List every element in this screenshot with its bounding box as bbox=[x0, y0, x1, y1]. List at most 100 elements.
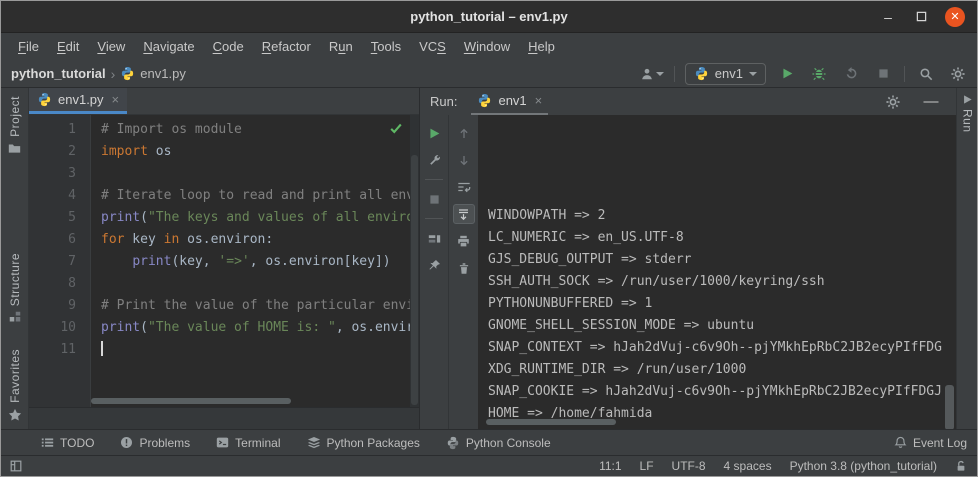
pin-tab-button[interactable] bbox=[423, 255, 445, 275]
run-toolbar-inner bbox=[448, 115, 478, 429]
menu-item-vcs[interactable]: VCS bbox=[410, 36, 455, 57]
editor-tab-env1[interactable]: env1.py × bbox=[29, 88, 127, 114]
console-horizontal-scrollbar[interactable] bbox=[486, 419, 616, 425]
problems-icon bbox=[120, 436, 133, 449]
navbar-actions: env1 bbox=[640, 63, 969, 85]
code-line: # Print the value of the particular envi… bbox=[101, 295, 419, 317]
breadcrumb-file[interactable]: env1.py bbox=[140, 66, 186, 81]
editor-horizontal-scrollbar[interactable] bbox=[91, 398, 291, 404]
search-everywhere-button[interactable] bbox=[915, 64, 937, 84]
prev-trace-button[interactable] bbox=[453, 123, 475, 143]
line-number: 2 bbox=[29, 141, 76, 163]
code-line: # Iterate loop to read and print all env… bbox=[101, 185, 419, 207]
tool-stripe-structure[interactable]: Structure bbox=[8, 253, 22, 323]
separator bbox=[904, 66, 905, 82]
run-console[interactable]: WINDOWPATH => 2LC_NUMERIC => en_US.UTF-8… bbox=[478, 115, 956, 429]
stop-icon bbox=[429, 194, 440, 205]
stop-icon bbox=[878, 68, 889, 79]
status-caret-position[interactable]: 11:1 bbox=[599, 459, 621, 473]
next-trace-button[interactable] bbox=[453, 150, 475, 170]
status-python-interpreter[interactable]: Python 3.8 (python_tutorial) bbox=[790, 459, 937, 473]
rerun-button[interactable] bbox=[423, 123, 445, 143]
inspection-ok-icon[interactable] bbox=[389, 121, 403, 135]
settings-button[interactable] bbox=[947, 64, 969, 84]
user-menu[interactable] bbox=[640, 67, 664, 81]
menu-item-code[interactable]: Code bbox=[204, 36, 253, 57]
edit-configuration-button[interactable] bbox=[423, 150, 445, 170]
run-button[interactable] bbox=[776, 64, 798, 84]
menu-item-view[interactable]: View bbox=[88, 36, 134, 57]
close-icon[interactable]: × bbox=[110, 92, 120, 107]
line-number: 5 bbox=[29, 207, 76, 229]
maximize-button[interactable] bbox=[912, 8, 930, 26]
run-body: WINDOWPATH => 2LC_NUMERIC => en_US.UTF-8… bbox=[420, 115, 956, 429]
close-button[interactable]: ✕ bbox=[945, 7, 965, 27]
console-line: The value of HOME is: /home/fahmida bbox=[488, 425, 956, 429]
tool-window-toggle-icon[interactable] bbox=[9, 459, 23, 473]
close-icon[interactable]: × bbox=[533, 93, 543, 108]
print-button[interactable] bbox=[453, 231, 475, 251]
separator bbox=[674, 66, 675, 82]
tool-stripe-project[interactable]: Project bbox=[8, 96, 22, 155]
tool-stripe-label: Favorites bbox=[8, 349, 22, 403]
scroll-to-end-button[interactable] bbox=[453, 204, 475, 224]
breadcrumb-project[interactable]: python_tutorial bbox=[11, 66, 106, 81]
run-stripe-play-icon[interactable] bbox=[962, 94, 973, 105]
search-icon bbox=[919, 67, 933, 81]
menu-item-help[interactable]: Help bbox=[519, 36, 564, 57]
menu-item-edit[interactable]: Edit bbox=[48, 36, 88, 57]
tool-button-python-packages[interactable]: Python Packages bbox=[307, 436, 420, 450]
hide-tool-window-button[interactable]: — bbox=[920, 92, 942, 112]
editor-body[interactable]: 1234567891011 # Import os moduleimport o… bbox=[29, 115, 419, 407]
event-log-button[interactable]: Event Log bbox=[894, 436, 967, 450]
status-file-encoding[interactable]: UTF-8 bbox=[672, 459, 706, 473]
menu-item-window[interactable]: Window bbox=[455, 36, 519, 57]
line-number: 10 bbox=[29, 317, 76, 339]
run-with-coverage-button[interactable] bbox=[840, 64, 862, 84]
menu-item-file[interactable]: File bbox=[9, 36, 48, 57]
status-line-separator[interactable]: LF bbox=[640, 459, 654, 473]
lock-icon[interactable] bbox=[955, 460, 967, 473]
stop-process-button[interactable] bbox=[423, 189, 445, 209]
editor-tab-label: env1.py bbox=[58, 92, 104, 107]
run-config-select[interactable]: env1 bbox=[685, 63, 766, 85]
code-area[interactable]: # Import os moduleimport os# Iterate loo… bbox=[91, 115, 419, 407]
menu-item-run[interactable]: Run bbox=[320, 36, 362, 57]
console-line: LC_NUMERIC => en_US.UTF-8 bbox=[488, 227, 956, 249]
separator bbox=[425, 179, 443, 180]
editor-tab-bar: env1.py × bbox=[29, 88, 419, 115]
console-line: WINDOWPATH => 2 bbox=[488, 205, 956, 227]
tool-button-terminal[interactable]: Terminal bbox=[216, 436, 280, 450]
run-stripe-label[interactable]: Run bbox=[961, 109, 975, 133]
clear-console-button[interactable] bbox=[453, 258, 475, 278]
run-tab-env1[interactable]: env1 × bbox=[471, 88, 548, 115]
menu-item-tools[interactable]: Tools bbox=[362, 36, 410, 57]
code-line: import os bbox=[101, 141, 419, 163]
editor-vertical-scrollbar[interactable] bbox=[410, 115, 419, 407]
console-vertical-scrollbar[interactable] bbox=[945, 385, 954, 429]
packages-icon bbox=[307, 436, 321, 450]
menu-bar: FileEditViewNavigateCodeRefactorRunTools… bbox=[1, 33, 977, 60]
run-settings-button[interactable] bbox=[882, 92, 904, 112]
printer-icon bbox=[457, 235, 470, 248]
code-line: print("The value of HOME is: ", os.envir… bbox=[101, 317, 419, 339]
right-tool-stripe: Run bbox=[956, 88, 978, 429]
code-line: print("The keys and values of all enviro… bbox=[101, 207, 419, 229]
menu-item-navigate[interactable]: Navigate bbox=[134, 36, 203, 57]
stop-button[interactable] bbox=[872, 64, 894, 84]
minimize-button[interactable]: – bbox=[879, 8, 897, 26]
tool-button-label: TODO bbox=[60, 436, 94, 450]
gear-icon bbox=[886, 95, 900, 109]
title-bar[interactable]: python_tutorial – env1.py – ✕ bbox=[1, 1, 977, 33]
menu-item-refactor[interactable]: Refactor bbox=[253, 36, 320, 57]
tool-button-problems[interactable]: Problems bbox=[120, 436, 190, 450]
tool-stripe-favorites[interactable]: Favorites bbox=[8, 349, 22, 422]
tool-button-todo[interactable]: TODO bbox=[41, 436, 94, 450]
tool-button-python-console[interactable]: Python Console bbox=[446, 436, 551, 450]
status-indent-style[interactable]: 4 spaces bbox=[724, 459, 772, 473]
soft-wrap-button[interactable] bbox=[453, 177, 475, 197]
debug-button[interactable] bbox=[808, 64, 830, 84]
layout-icon bbox=[428, 232, 441, 245]
line-number: 7 bbox=[29, 251, 76, 273]
restore-layout-button[interactable] bbox=[423, 228, 445, 248]
